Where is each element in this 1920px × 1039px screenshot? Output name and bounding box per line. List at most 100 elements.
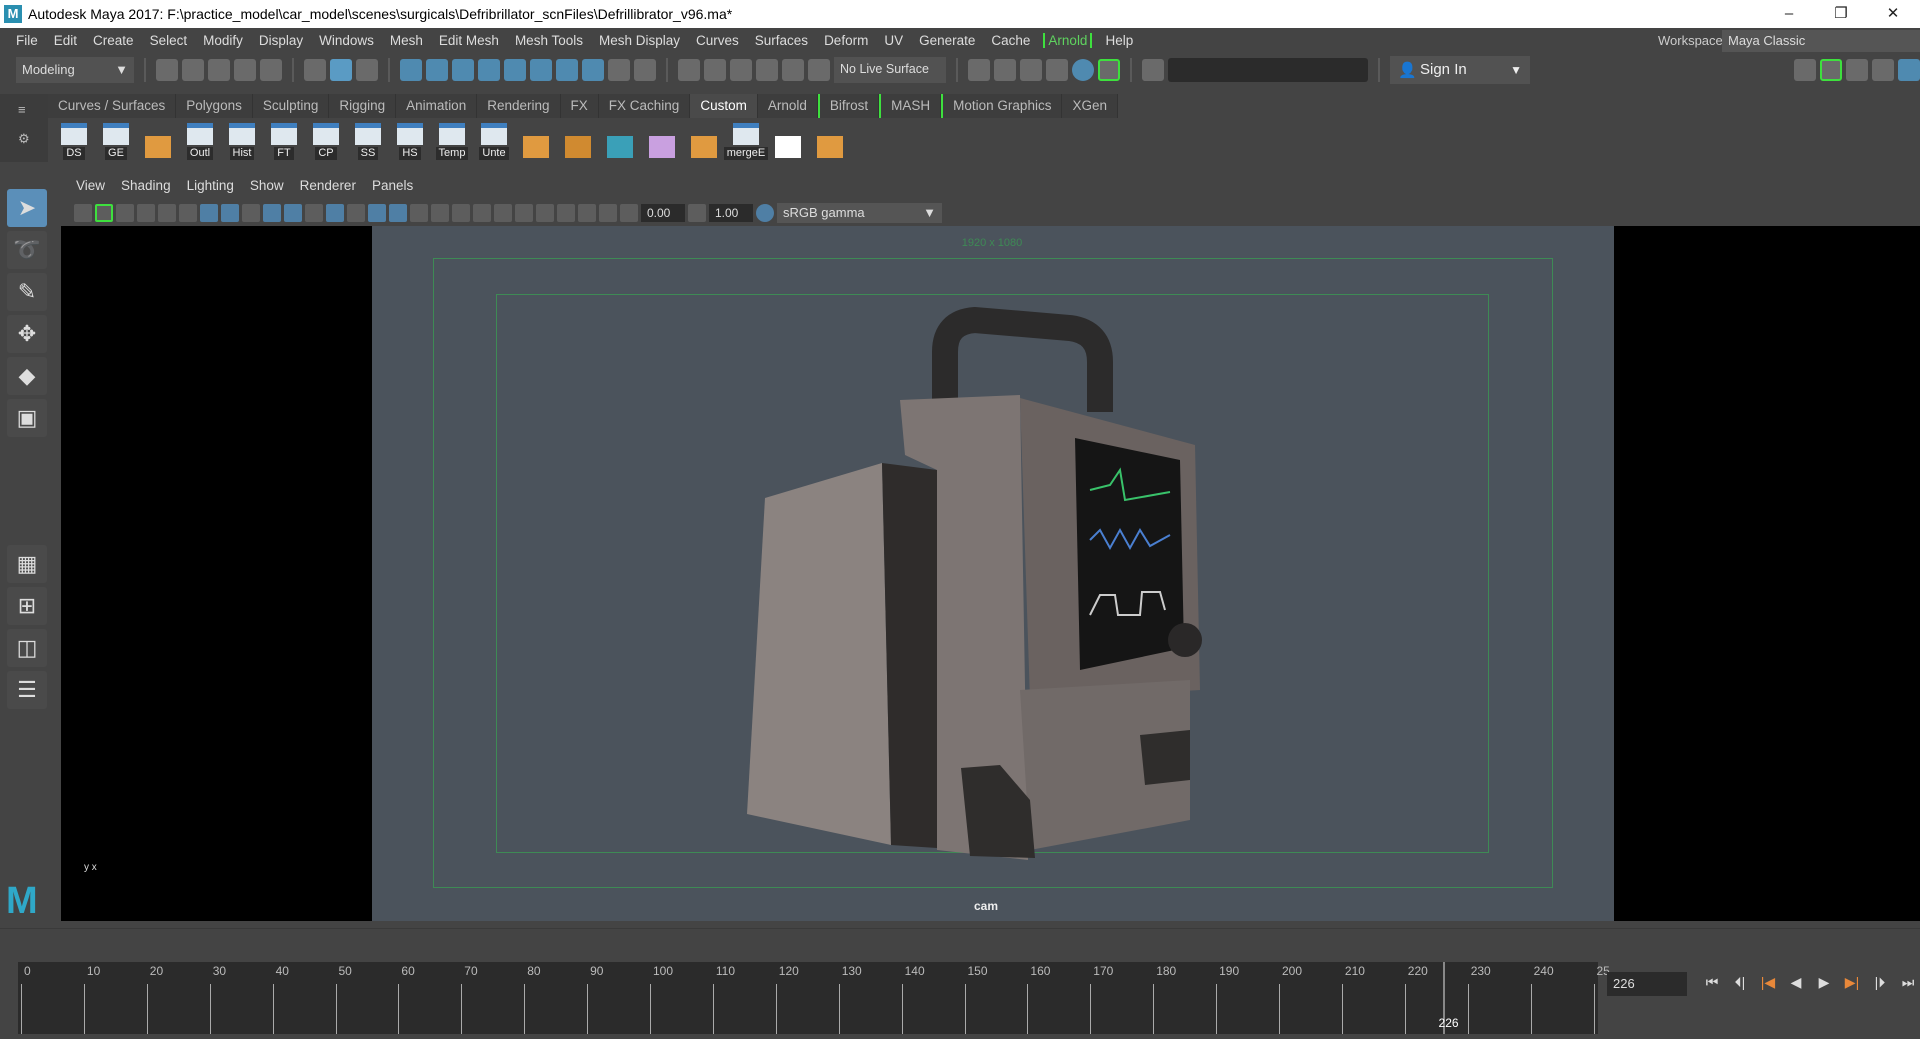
panel-menu-panels[interactable]: Panels bbox=[364, 178, 421, 200]
tab-curves-surfaces[interactable]: Curves / Surfaces bbox=[48, 94, 177, 118]
two-view-layout-icon[interactable]: ◫ bbox=[7, 629, 47, 667]
resolution-gate-icon[interactable] bbox=[200, 204, 218, 222]
minimize-button[interactable]: – bbox=[1766, 2, 1812, 26]
human-ik-icon[interactable] bbox=[1820, 59, 1842, 81]
shelf-button-icon-12[interactable] bbox=[560, 120, 596, 160]
shelf-button-ss[interactable]: SS bbox=[350, 120, 386, 160]
select-lock-icon[interactable] bbox=[634, 59, 656, 81]
render-view-icon[interactable] bbox=[968, 59, 990, 81]
soft-select-icon[interactable] bbox=[756, 59, 778, 81]
ipr-render-icon[interactable] bbox=[1020, 59, 1042, 81]
tab-rigging[interactable]: Rigging bbox=[329, 94, 397, 118]
menu-mesh[interactable]: Mesh bbox=[382, 33, 431, 48]
menu-cache[interactable]: Cache bbox=[983, 33, 1038, 48]
wireframe-icon[interactable] bbox=[305, 204, 323, 222]
gamma-icon[interactable] bbox=[688, 204, 706, 222]
use-lights-icon[interactable] bbox=[410, 204, 428, 222]
menu-edit-mesh[interactable]: Edit Mesh bbox=[431, 33, 507, 48]
help-icon[interactable] bbox=[582, 59, 604, 81]
shelf-button-hist[interactable]: Hist bbox=[224, 120, 260, 160]
menu-display[interactable]: Display bbox=[251, 33, 311, 48]
tab-bifrost[interactable]: Bifrost bbox=[817, 94, 880, 118]
tab-xgen[interactable]: XGen bbox=[1062, 94, 1118, 118]
magnet-icon[interactable] bbox=[808, 59, 830, 81]
hypershade-icon[interactable] bbox=[1072, 59, 1094, 81]
motion-blur-icon[interactable] bbox=[473, 204, 491, 222]
snap-grid-icon[interactable] bbox=[400, 59, 422, 81]
shelf-button-icon-11[interactable] bbox=[518, 120, 554, 160]
field-chart-icon[interactable] bbox=[242, 204, 260, 222]
channel-box-icon[interactable] bbox=[1898, 59, 1920, 81]
mode-select[interactable]: Modeling ▼ bbox=[16, 57, 134, 83]
shelf-button-cp[interactable]: CP bbox=[308, 120, 344, 160]
select-tool-icon[interactable]: ➤ bbox=[7, 189, 47, 227]
tab-custom[interactable]: Custom bbox=[690, 94, 758, 118]
shelf-button-ds[interactable]: DS bbox=[56, 120, 92, 160]
depth-of-field-icon[interactable] bbox=[515, 204, 533, 222]
open-scene-icon[interactable] bbox=[182, 59, 204, 81]
time-slider[interactable]: 0 10 20 30 40 50 60 70 80 90 100 110 120 130 140 150 160… bbox=[18, 962, 1610, 1034]
tab-animation[interactable]: Animation bbox=[396, 94, 478, 118]
panel-menu-renderer[interactable]: Renderer bbox=[292, 178, 364, 200]
shelf-button-icon-18[interactable] bbox=[812, 120, 848, 160]
lasso-tool-icon[interactable]: ➰ bbox=[7, 231, 47, 269]
shelf-button-outl[interactable]: Outl bbox=[182, 120, 218, 160]
camera-select-icon[interactable] bbox=[74, 204, 92, 222]
safe-title-icon[interactable] bbox=[284, 204, 302, 222]
render-frame-icon[interactable] bbox=[994, 59, 1016, 81]
film-gate-icon[interactable] bbox=[179, 204, 197, 222]
go-to-end-button[interactable]: ⏭ bbox=[1896, 970, 1920, 994]
render-settings-icon[interactable] bbox=[1046, 59, 1068, 81]
tab-motion-graphics[interactable]: Motion Graphics bbox=[941, 94, 1063, 118]
tab-arnold[interactable]: Arnold bbox=[757, 94, 818, 118]
gate-mask-icon[interactable] bbox=[221, 204, 239, 222]
shelf-button-icon-13[interactable] bbox=[602, 120, 638, 160]
shelf-settings-icon[interactable]: ⚙ bbox=[18, 131, 48, 147]
range-slider-area[interactable] bbox=[0, 928, 1920, 958]
restore-button[interactable]: ❐ bbox=[1818, 2, 1864, 26]
gamma-field[interactable]: 1.00 bbox=[709, 204, 753, 222]
grid-icon[interactable] bbox=[158, 204, 176, 222]
lock-icon[interactable] bbox=[608, 59, 630, 81]
tab-fx[interactable]: FX bbox=[560, 94, 599, 118]
menu-curves[interactable]: Curves bbox=[688, 33, 747, 48]
command-input[interactable] bbox=[1168, 58, 1368, 82]
menu-surfaces[interactable]: Surfaces bbox=[747, 33, 816, 48]
workspace-select[interactable]: Maya Classic bbox=[1722, 30, 1920, 52]
shelf-button-icon-15[interactable] bbox=[686, 120, 722, 160]
menu-generate[interactable]: Generate bbox=[911, 33, 983, 48]
snap-surface-icon[interactable] bbox=[478, 59, 500, 81]
snap-curve-icon[interactable] bbox=[426, 59, 448, 81]
play-forward-button[interactable]: ▶ bbox=[1812, 970, 1836, 994]
history-icon[interactable] bbox=[678, 59, 700, 81]
menu-uv[interactable]: UV bbox=[876, 33, 911, 48]
panel-menu-view[interactable]: View bbox=[68, 178, 113, 200]
menu-select[interactable]: Select bbox=[142, 33, 196, 48]
color-space-select[interactable]: sRGB gamma ▼ bbox=[777, 203, 942, 223]
tab-sculpting[interactable]: Sculpting bbox=[252, 94, 330, 118]
ambient-occlusion-icon[interactable] bbox=[452, 204, 470, 222]
lasso-icon[interactable] bbox=[730, 59, 752, 81]
exposure-icon[interactable] bbox=[620, 204, 638, 222]
panel-menu-show[interactable]: Show bbox=[242, 178, 292, 200]
attribute-editor-icon[interactable] bbox=[1846, 59, 1868, 81]
menu-windows[interactable]: Windows bbox=[311, 33, 382, 48]
four-view-layout-icon[interactable]: ⊞ bbox=[7, 587, 47, 625]
xray-joints-icon[interactable] bbox=[578, 204, 596, 222]
tab-rendering[interactable]: Rendering bbox=[477, 94, 561, 118]
panel-menu-shading[interactable]: Shading bbox=[113, 178, 179, 200]
select-object-icon[interactable] bbox=[330, 59, 352, 81]
paint-select-tool-icon[interactable]: ✎ bbox=[7, 273, 47, 311]
go-to-start-button[interactable]: ⏮ bbox=[1700, 970, 1724, 994]
construction-icon[interactable] bbox=[704, 59, 726, 81]
bookmark-icon[interactable] bbox=[116, 204, 134, 222]
menu-deform[interactable]: Deform bbox=[816, 33, 876, 48]
sign-in-button[interactable]: 👤 Sign In ▼ bbox=[1390, 56, 1530, 84]
outliner-layout-icon[interactable]: ☰ bbox=[7, 671, 47, 709]
live-surface-field[interactable]: No Live Surface bbox=[834, 57, 946, 83]
menu-arnold[interactable]: Arnold bbox=[1043, 32, 1093, 48]
undo-icon[interactable] bbox=[234, 59, 256, 81]
menu-modify[interactable]: Modify bbox=[195, 33, 251, 48]
tool-settings-icon[interactable] bbox=[1872, 59, 1894, 81]
rotate-tool-icon[interactable]: ◆ bbox=[7, 357, 47, 395]
